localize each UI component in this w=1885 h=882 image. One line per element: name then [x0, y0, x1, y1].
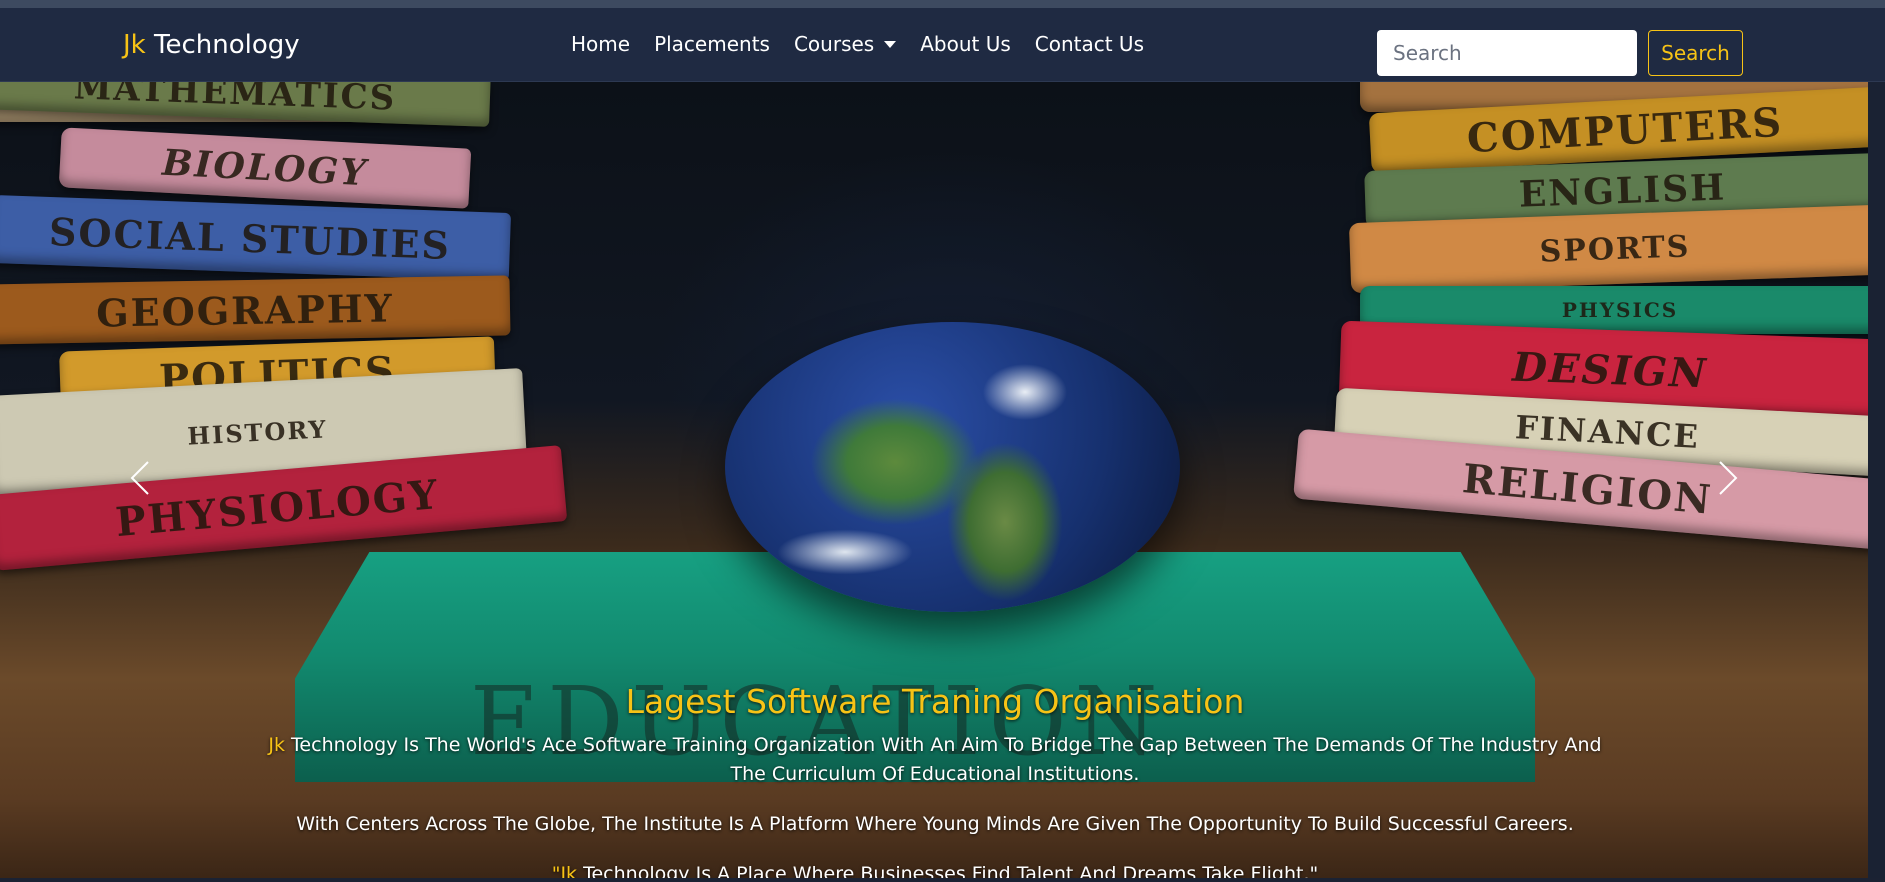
hero-paragraph-1-prefix: Jk — [268, 734, 286, 756]
carousel-next-button[interactable] — [1708, 458, 1748, 498]
nav-about[interactable]: About Us — [920, 32, 1011, 56]
brand-name: Technology — [154, 30, 300, 60]
hero-title: Lagest Software Traning Organisation — [625, 682, 1245, 721]
chevron-left-icon — [130, 461, 149, 495]
nav-contact[interactable]: Contact Us — [1035, 32, 1144, 56]
hero-carousel: Mathematics Biology Social Studies Geogr… — [0, 82, 1868, 878]
globe-image — [725, 322, 1180, 612]
nav-courses-label: Courses — [793, 32, 875, 56]
search-input[interactable] — [1377, 30, 1637, 76]
book-left: Social Studies — [0, 194, 512, 282]
hero-paragraph-3-text: Technology Is A Place Where Businesses F… — [577, 863, 1319, 878]
hero-paragraph-3: "Jk Technology Is A Place Where Business… — [250, 860, 1620, 878]
nav-home[interactable]: Home — [571, 32, 630, 56]
caret-down-icon — [884, 40, 897, 48]
nav-courses-dropdown[interactable]: Courses — [793, 32, 897, 56]
hero-paragraph-2: With Centers Across The Globe, The Insti… — [296, 813, 1574, 835]
bottom-strip — [0, 878, 1885, 882]
hero-paragraph-1-text: Technology Is The World's Ace Software T… — [285, 734, 1602, 785]
page-scrollbar[interactable] — [1868, 82, 1885, 878]
nav-links: Home Placements Courses About Us Contact… — [571, 32, 1168, 56]
chevron-right-icon — [1719, 461, 1738, 495]
navbar: Jk Technology Home Placements Courses Ab… — [0, 8, 1885, 82]
hero-paragraph-1: Jk Technology Is The World's Ace Softwar… — [250, 731, 1620, 789]
hero-caption: Lagest Software Traning Organisation Jk … — [250, 682, 1620, 878]
hero-paragraph-3-prefix: "Jk — [551, 863, 578, 878]
book-left: Biology — [58, 127, 472, 209]
nav-placements[interactable]: Placements — [654, 32, 770, 56]
brand-logo[interactable]: Jk Technology — [123, 30, 300, 60]
top-strip — [0, 0, 1885, 8]
carousel-prev-button[interactable] — [120, 458, 160, 498]
search-button[interactable]: Search — [1648, 30, 1743, 76]
book-left: Geography — [0, 275, 511, 345]
brand-prefix: Jk — [123, 30, 146, 60]
